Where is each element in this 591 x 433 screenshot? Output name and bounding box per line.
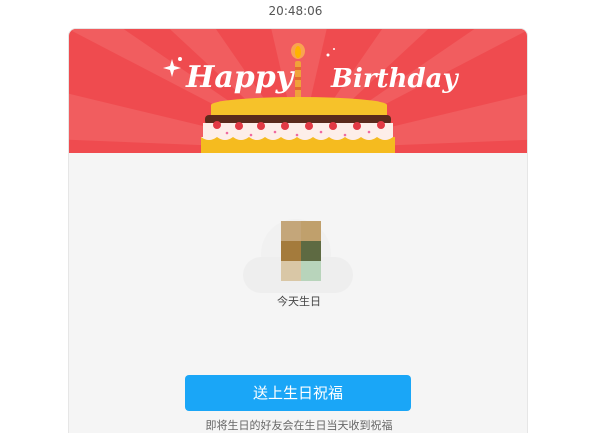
- friend-avatar[interactable]: [281, 221, 321, 281]
- birthday-card[interactable]: Happy Birthday 今天生日 送上生日祝福 即将生日的好友会在生日当天…: [68, 28, 528, 433]
- happy-text: Happy: [185, 60, 296, 95]
- birthday-today-label: 今天生日: [277, 295, 321, 308]
- friend-avatar-area[interactable]: [243, 215, 353, 295]
- message-timestamp: 20:48:06: [268, 4, 323, 18]
- send-birthday-wishes-button[interactable]: 送上生日祝福: [185, 375, 411, 411]
- birthday-text: Birthday: [330, 64, 459, 94]
- birthday-page: 20:48:06 Happy Birthday 今天生日 送上生日祝福 即将生日…: [0, 0, 591, 433]
- hint-text: 即将生日的好友会在生日当天收到祝福: [205, 419, 393, 432]
- birthday-banner: Happy Birthday: [69, 29, 527, 153]
- cake-icon: [201, 97, 395, 153]
- birthday-cake-illustration: Happy Birthday: [69, 29, 527, 153]
